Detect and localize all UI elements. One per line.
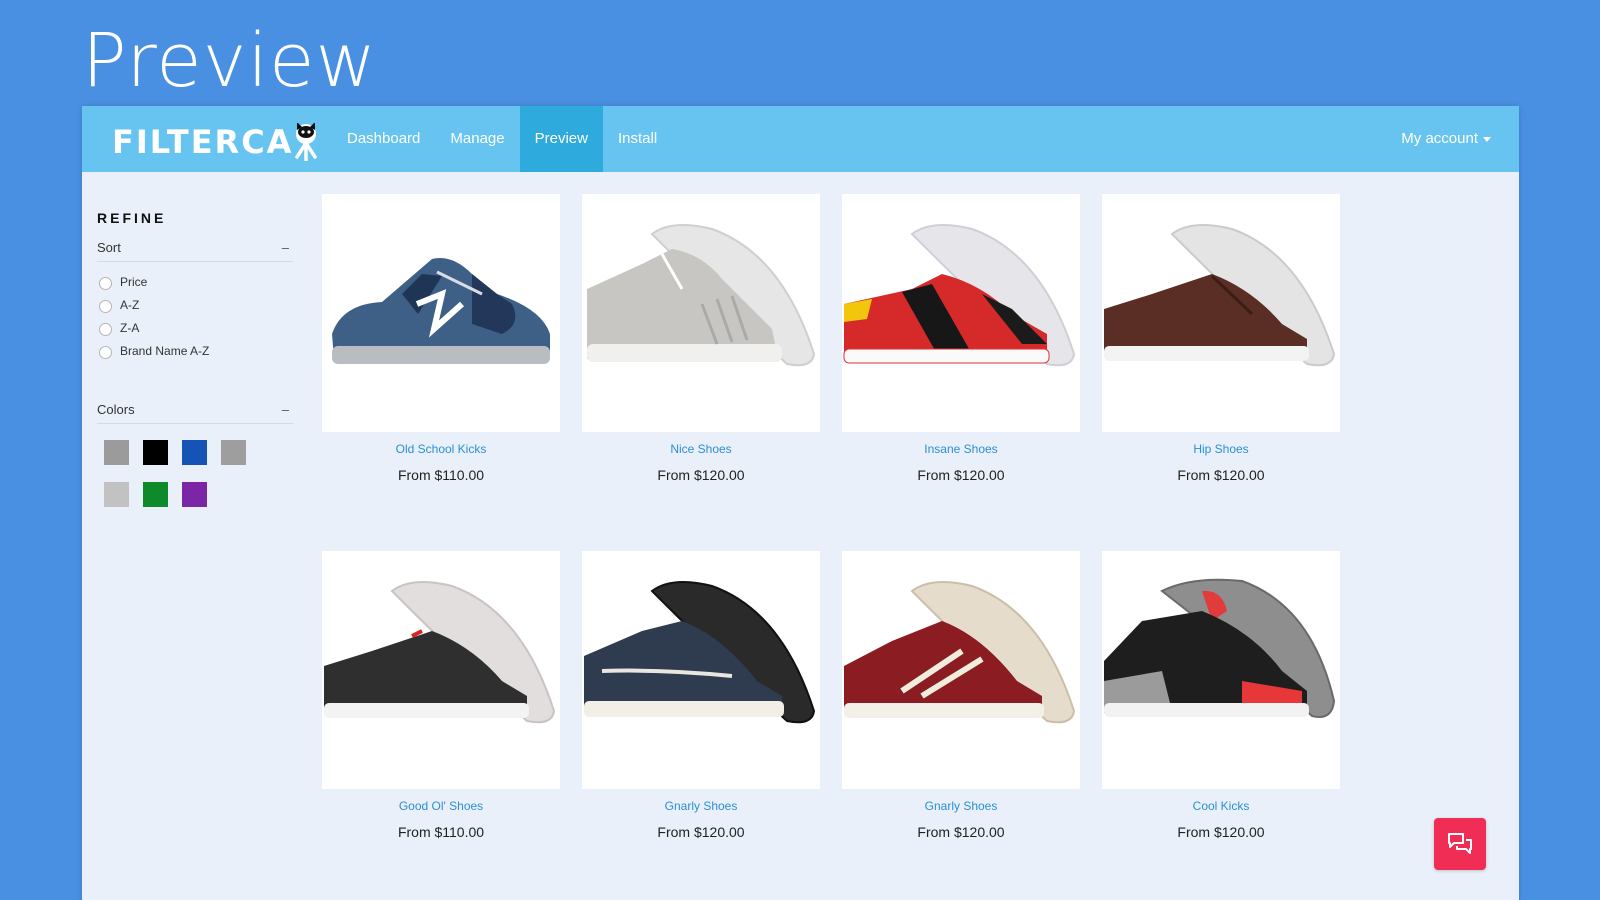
main-nav: Dashboard Manage Preview Install: [332, 106, 672, 172]
account-label: My account: [1401, 130, 1478, 147]
nav-preview[interactable]: Preview: [519, 106, 603, 172]
sort-options: Price A-Z Z-A Brand Name A-Z: [97, 262, 293, 362]
colors-label: Colors: [97, 402, 135, 417]
my-account-dropdown[interactable]: My account: [1401, 106, 1491, 172]
logo[interactable]: FILTERCA: [112, 122, 321, 162]
product-name-link[interactable]: Cool Kicks: [1102, 799, 1340, 813]
color-swatch[interactable]: [221, 440, 246, 465]
product-image[interactable]: [842, 551, 1080, 789]
product-name-link[interactable]: Good Ol' Shoes: [322, 799, 560, 813]
product-name-link[interactable]: Insane Shoes: [842, 442, 1080, 456]
color-swatch[interactable]: [104, 482, 129, 507]
product-card[interactable]: Insane Shoes From $120.00: [842, 194, 1080, 483]
product-price: From $120.00: [1177, 467, 1265, 483]
product-image[interactable]: [1102, 194, 1340, 432]
product-card[interactable]: Gnarly Shoes From $120.00: [582, 551, 820, 840]
product-price: From $120.00: [657, 467, 745, 483]
product-name-link[interactable]: Gnarly Shoes: [842, 799, 1080, 813]
red-black-yellow-sneaker-icon: [843, 224, 1076, 367]
brown-leather-sneaker-icon: [1104, 224, 1336, 367]
color-swatches: [97, 424, 297, 524]
product-card[interactable]: Good Ol' Shoes From $110.00: [322, 551, 560, 840]
black-leather-sneaker-icon: [324, 581, 556, 724]
chat-bubbles-icon: [1448, 833, 1472, 854]
sort-option-label: Z-A: [120, 320, 140, 335]
chat-button[interactable]: [1434, 818, 1486, 870]
product-name-link[interactable]: Old School Kicks: [322, 442, 560, 456]
sort-section-header: Sort –: [97, 240, 293, 262]
blue-running-shoe-icon: [332, 258, 550, 364]
product-name-link[interactable]: Nice Shoes: [582, 442, 820, 456]
maroon-high-top-shoe-icon: [844, 581, 1076, 724]
product-image[interactable]: [322, 194, 560, 432]
logo-text: FILTERCA: [112, 123, 294, 161]
product-card[interactable]: Old School Kicks From $110.00: [322, 194, 560, 483]
radio-button[interactable]: [99, 299, 112, 313]
color-swatch[interactable]: [182, 440, 207, 465]
product-image[interactable]: [842, 194, 1080, 432]
product-price: From $120.00: [657, 824, 745, 840]
sort-option-label: Brand Name A-Z: [120, 343, 210, 358]
nav-install[interactable]: Install: [603, 106, 672, 172]
cat-logo-icon: [291, 122, 321, 161]
radio-button[interactable]: [99, 276, 112, 290]
refine-sidebar: REFINE Sort – Price A-Z Z-A Brand Name A…: [97, 210, 293, 524]
nav-manage[interactable]: Manage: [435, 106, 519, 172]
sort-option-brand-name[interactable]: Brand Name A-Z: [99, 339, 293, 362]
sort-label: Sort: [97, 240, 121, 255]
product-card[interactable]: Cool Kicks From $120.00: [1102, 551, 1340, 840]
product-image[interactable]: [582, 551, 820, 789]
color-swatch[interactable]: [104, 440, 129, 465]
product-name-link[interactable]: Gnarly Shoes: [582, 799, 820, 813]
sort-option-price[interactable]: Price: [99, 270, 293, 293]
refine-heading: REFINE: [97, 210, 167, 226]
product-name-link[interactable]: Hip Shoes: [1102, 442, 1340, 456]
colors-section-header: Colors –: [97, 402, 293, 424]
product-image[interactable]: [582, 194, 820, 432]
navbar: FILTERCA Dashboard Manage Preview Instal…: [82, 106, 1519, 172]
sort-option-a-z[interactable]: A-Z: [99, 293, 293, 316]
sort-collapse-toggle[interactable]: –: [282, 240, 293, 255]
radio-button[interactable]: [99, 345, 112, 359]
app-window: FILTERCA Dashboard Manage Preview Instal…: [82, 106, 1519, 900]
product-image[interactable]: [322, 551, 560, 789]
color-swatch[interactable]: [143, 440, 168, 465]
caret-down-icon: [1483, 136, 1491, 142]
colors-collapse-toggle[interactable]: –: [282, 402, 293, 417]
product-price: From $110.00: [397, 824, 485, 840]
sort-option-label: Price: [120, 274, 148, 289]
color-swatch[interactable]: [182, 482, 207, 507]
product-card[interactable]: Gnarly Shoes From $120.00: [842, 551, 1080, 840]
nav-dashboard[interactable]: Dashboard: [332, 106, 435, 172]
product-price: From $120.00: [917, 467, 1005, 483]
product-price: From $120.00: [917, 824, 1005, 840]
product-card[interactable]: Hip Shoes From $120.00: [1102, 194, 1340, 483]
colors-section: Colors –: [97, 402, 293, 524]
product-card[interactable]: Nice Shoes From $120.00: [582, 194, 820, 483]
product-image[interactable]: [1102, 551, 1340, 789]
slide-title: Preview: [82, 18, 378, 104]
product-price: From $110.00: [397, 467, 485, 483]
black-cement-basketball-shoe-icon: [1104, 578, 1336, 718]
navy-boat-shoe-icon: [584, 581, 816, 724]
sort-option-z-a[interactable]: Z-A: [99, 316, 293, 339]
grey-high-top-shoe-icon: [587, 224, 816, 367]
color-swatch[interactable]: [143, 482, 168, 507]
radio-button[interactable]: [99, 322, 112, 336]
product-price: From $120.00: [1177, 824, 1265, 840]
sort-option-label: A-Z: [120, 297, 140, 312]
